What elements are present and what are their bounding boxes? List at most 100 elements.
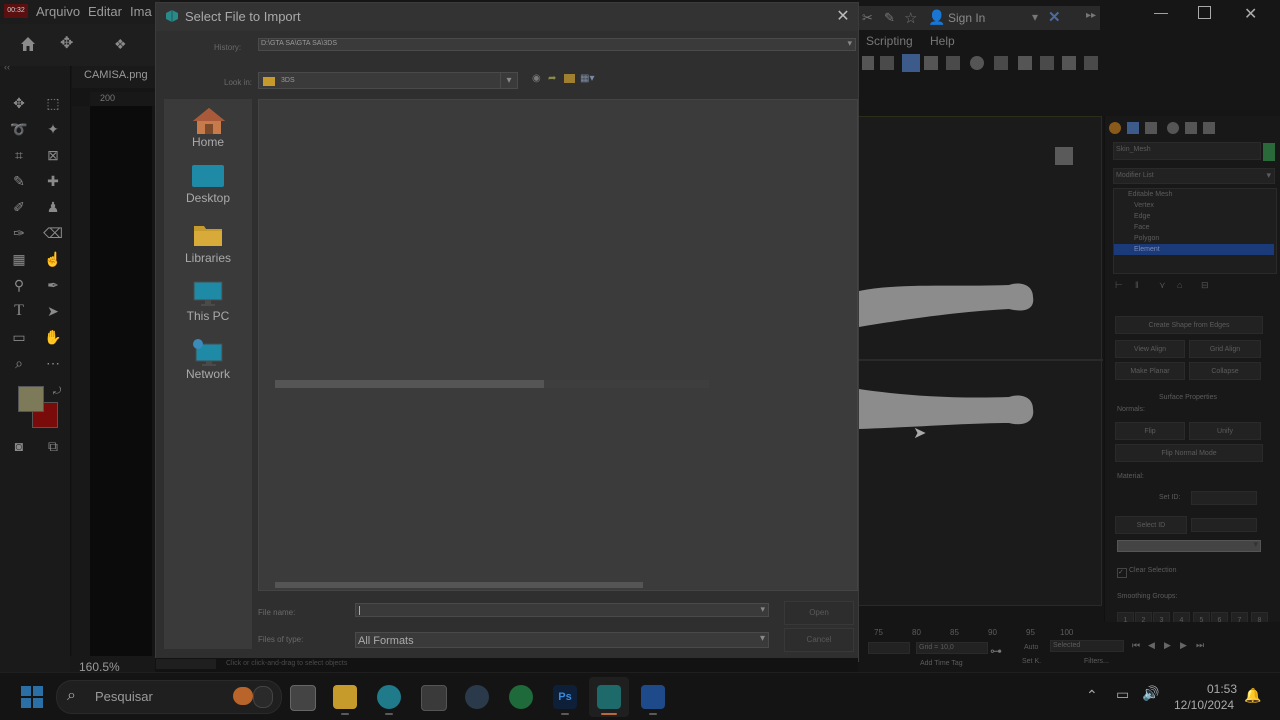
create-shape-button[interactable]: Create Shape from Edges: [1115, 316, 1263, 334]
photoshop-taskbar-icon[interactable]: Ps: [553, 685, 577, 709]
hand-icon[interactable]: ✋: [42, 327, 64, 347]
toolbar-icon-2[interactable]: [880, 56, 894, 70]
history-brush-icon[interactable]: ✑: [8, 223, 30, 243]
document-tab[interactable]: CAMISA.png: [72, 66, 160, 88]
show-hidden-icons[interactable]: ⌃: [1086, 687, 1098, 704]
remove-modifier-icon[interactable]: ⌂: [1177, 280, 1182, 290]
zoom-icon[interactable]: ⌕: [8, 353, 30, 373]
toolbar-icon-4[interactable]: [924, 56, 938, 70]
minimize-window-icon[interactable]: —: [1154, 4, 1168, 20]
expand-arrows-icon[interactable]: ▸▸: [1086, 10, 1096, 21]
toolbar-icon-6[interactable]: [970, 56, 984, 70]
toolbar-icon-3[interactable]: [902, 54, 920, 72]
flip-normal-mode-button[interactable]: Flip Normal Mode: [1115, 444, 1263, 462]
utilities-tab-icon[interactable]: [1203, 122, 1215, 134]
collapse-arrows-icon[interactable]: ‹‹: [4, 62, 10, 72]
pin-stack-icon[interactable]: ⊢: [1115, 280, 1123, 291]
more-tools-icon[interactable]: ⋯: [42, 353, 64, 373]
smudge-icon[interactable]: ☝: [42, 249, 64, 269]
back-icon[interactable]: ◉: [532, 73, 544, 85]
toolbar-icon-8[interactable]: [1018, 56, 1032, 70]
stack-item-edge[interactable]: Edge: [1134, 213, 1150, 220]
layers-icon[interactable]: ❖: [114, 36, 130, 52]
brush-icon[interactable]: ✐: [8, 197, 30, 217]
toolbar-icon-5[interactable]: [946, 56, 960, 70]
surface-properties-header[interactable]: Surface Properties: [1159, 394, 1217, 401]
star-icon[interactable]: ☆: [904, 9, 917, 27]
marquee-icon[interactable]: ⬚: [42, 93, 64, 113]
menu-help[interactable]: Help: [930, 34, 955, 48]
home-icon[interactable]: [20, 36, 36, 52]
modify-tab-icon[interactable]: [1127, 122, 1139, 134]
eyedropper-icon[interactable]: ✎: [8, 171, 30, 191]
close-window-icon[interactable]: ✕: [1244, 4, 1257, 24]
show-end-result-icon[interactable]: ‖: [1135, 280, 1139, 290]
frame-icon[interactable]: ⊠: [42, 145, 64, 165]
flip-button[interactable]: Flip: [1115, 422, 1185, 440]
make-unique-icon[interactable]: ⋎: [1159, 280, 1166, 291]
maximize-window-icon[interactable]: [1198, 6, 1211, 19]
notifications-icon[interactable]: 🔔: [1244, 687, 1261, 704]
dodge-icon[interactable]: ⚲: [8, 275, 30, 295]
toolbar-icon-11[interactable]: [1084, 56, 1098, 70]
go-to-start-icon[interactable]: ⏮: [1132, 640, 1140, 651]
play-icon[interactable]: ▶: [1164, 640, 1171, 651]
hierarchy-tab-icon[interactable]: [1145, 122, 1157, 134]
eraser-icon[interactable]: ⌫: [42, 223, 64, 243]
place-this-pc[interactable]: This PC: [164, 277, 252, 331]
taskbar-time[interactable]: 01:53: [1207, 682, 1237, 696]
next-frame-icon[interactable]: ▶: [1180, 640, 1187, 651]
modifier-list-dropdown[interactable]: Modifier List ▾: [1113, 168, 1275, 184]
max-viewport[interactable]: ➤: [858, 116, 1103, 606]
lasso-icon[interactable]: ➰: [8, 119, 30, 139]
user-icon[interactable]: 👤: [928, 9, 945, 26]
place-desktop[interactable]: Desktop: [164, 161, 252, 215]
stack-item-editable-mesh[interactable]: Editable Mesh: [1128, 191, 1172, 198]
previous-frame-icon[interactable]: ◀: [1148, 640, 1155, 651]
steam-icon[interactable]: [465, 685, 489, 709]
history-dropdown[interactable]: D:\GTA SA\GTA SA\3DS ▾: [258, 38, 856, 51]
configure-sets-icon[interactable]: ⊟: [1201, 280, 1209, 291]
look-in-dropdown[interactable]: 3DS ▾: [258, 72, 518, 89]
create-tab-icon[interactable]: [1109, 122, 1121, 134]
view-align-button[interactable]: View Align: [1115, 340, 1185, 358]
up-folder-icon[interactable]: ➦: [548, 73, 560, 85]
toolbar-icon-10[interactable]: [1062, 56, 1076, 70]
healing-brush-icon[interactable]: ✚: [42, 171, 64, 191]
toolbar-icon-1[interactable]: [862, 56, 874, 70]
quick-mask-icon[interactable]: ◙: [8, 436, 30, 456]
coordinate-field[interactable]: [868, 642, 910, 654]
edge-icon[interactable]: [377, 685, 401, 709]
move-tool-icon[interactable]: ✥: [60, 36, 76, 52]
whatsapp-icon[interactable]: [509, 685, 533, 709]
3ds-max-taskbar-icon[interactable]: [597, 685, 621, 709]
max-script-listener[interactable]: [156, 659, 216, 669]
cancel-button[interactable]: Cancel: [784, 628, 854, 652]
network-status-icon[interactable]: ▭: [1116, 686, 1129, 703]
magic-wand-icon[interactable]: ✦: [42, 119, 64, 139]
screen-mode-icon[interactable]: ⧉: [42, 436, 64, 456]
task-view-icon[interactable]: [290, 685, 316, 711]
select-id-spinner[interactable]: [1191, 518, 1257, 532]
gradient-icon[interactable]: ▦: [8, 249, 30, 269]
filters-button[interactable]: Filters...: [1084, 658, 1109, 665]
clear-selection-checkbox[interactable]: ✓: [1117, 568, 1127, 578]
swap-colors-icon[interactable]: ⤾: [46, 382, 68, 402]
place-home[interactable]: Home: [164, 103, 252, 157]
link-icon[interactable]: ✎: [884, 10, 895, 26]
autodesk-taskbar-icon[interactable]: [641, 685, 665, 709]
start-button[interactable]: [20, 685, 44, 709]
object-color-swatch[interactable]: [1263, 143, 1275, 161]
go-to-end-icon[interactable]: ⏭: [1196, 640, 1204, 651]
file-name-input[interactable]: ▾: [355, 603, 769, 617]
stack-item-element-selected[interactable]: Element: [1114, 244, 1274, 255]
sign-in-button[interactable]: Sign In: [948, 11, 985, 25]
foreground-color-swatch[interactable]: [18, 386, 44, 412]
grid-align-button[interactable]: Grid Align: [1189, 340, 1261, 358]
viewcube-icon[interactable]: [1055, 147, 1073, 165]
add-time-tag-button[interactable]: Add Time Tag: [920, 660, 963, 667]
motion-tab-icon[interactable]: [1167, 122, 1179, 134]
dialog-close-button[interactable]: ✕: [832, 6, 854, 28]
toolbar-icon-9[interactable]: [1040, 56, 1054, 70]
search-box[interactable]: ⌕ Pesquisar: [56, 680, 282, 714]
